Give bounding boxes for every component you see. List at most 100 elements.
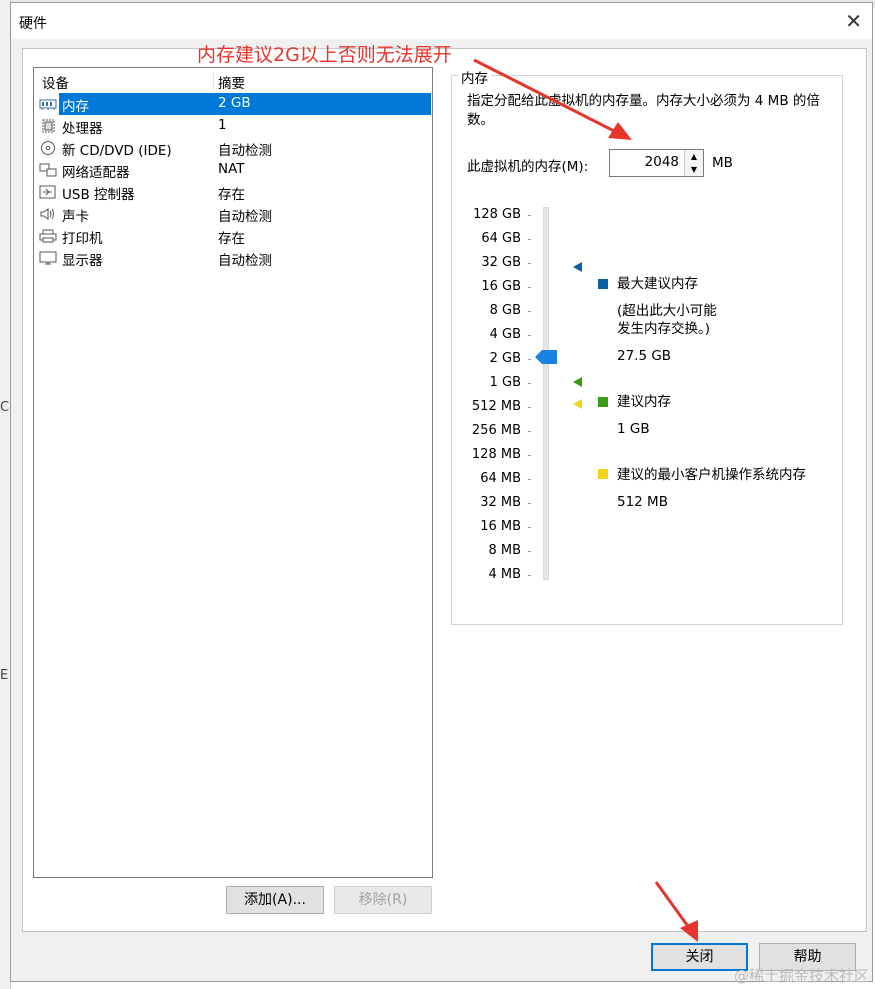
device-row-memory[interactable]: 内存 2 GB (37, 93, 431, 115)
dialog-title: 硬件 (19, 16, 47, 32)
scale-tick (528, 407, 531, 408)
processor-icon (42, 119, 55, 133)
scale-tick (528, 575, 531, 576)
memory-unit-label: MB (712, 155, 733, 171)
printer-icon (39, 229, 57, 243)
column-divider[interactable] (213, 72, 214, 90)
watermark: @稀土掘金技术社区 (733, 967, 869, 985)
scale-tick (528, 551, 531, 552)
device-summary: 自动检测 (218, 209, 272, 225)
device-row-printer[interactable]: 打印机 存在 (37, 225, 431, 247)
device-row-display[interactable]: 显示器 自动检测 (37, 247, 431, 269)
recommended-marker-icon (573, 377, 582, 387)
device-summary: 1 (218, 117, 227, 133)
max-recommended-label: 最大建议内存 (617, 276, 698, 292)
scale-tick (528, 455, 531, 456)
device-row-network-adapter[interactable]: 网络适配器 NAT (37, 159, 431, 181)
memory-slider-thumb[interactable] (535, 350, 557, 364)
scale-label: 128 MB (471, 447, 521, 462)
scale-tick (528, 527, 531, 528)
scale-tick (528, 311, 531, 312)
device-name: 显示器 (62, 253, 103, 269)
device-name: 网络适配器 (62, 165, 130, 181)
device-name: 处理器 (62, 121, 103, 137)
scale-label: 8 GB (489, 303, 521, 318)
column-header-device[interactable]: 设备 (42, 72, 69, 92)
device-summary: 2 GB (218, 95, 251, 111)
memory-spinbox[interactable]: 2048 ▲ ▼ (609, 149, 704, 177)
min-guest-swatch (598, 469, 608, 479)
device-summary: NAT (218, 161, 245, 177)
scale-label: 2 GB (489, 351, 521, 366)
device-summary: 自动检测 (218, 143, 272, 159)
recommended-swatch (598, 397, 608, 407)
memory-slider-track[interactable] (543, 207, 549, 580)
add-device-button[interactable]: 添加(A)... (226, 886, 324, 914)
spin-down-icon[interactable]: ▼ (685, 163, 703, 176)
scale-label: 256 MB (471, 423, 521, 438)
scale-tick (528, 335, 531, 336)
memory-value[interactable]: 2048 (645, 154, 679, 170)
scale-tick (528, 215, 531, 216)
network-adapter-icon (39, 163, 57, 177)
device-row-cd-dvd[interactable]: 新 CD/DVD (IDE) 自动检测 (37, 137, 431, 159)
device-row-sound-card[interactable]: 声卡 自动检测 (37, 203, 431, 225)
scale-label: 4 GB (489, 327, 521, 342)
cd-dvd-icon (41, 141, 55, 155)
scale-tick (528, 239, 531, 240)
max-recommended-note-line2: 发生内存交换。) (617, 321, 711, 337)
close-icon[interactable]: ✕ (845, 9, 862, 33)
scale-tick (528, 479, 531, 480)
device-name: 打印机 (62, 231, 103, 247)
scale-label: 4 MB (488, 567, 521, 582)
scale-tick (528, 383, 531, 384)
scale-label: 64 GB (481, 231, 521, 246)
scale-label: 8 MB (488, 543, 521, 558)
scale-label: 16 GB (481, 279, 521, 294)
scale-label: 128 GB (473, 207, 521, 222)
device-row-processor[interactable]: 处理器 1 (37, 115, 431, 137)
monitor-icon (39, 251, 57, 265)
device-summary: 存在 (218, 231, 245, 247)
min-guest-label: 建议的最小客户机操作系统内存 (617, 467, 806, 483)
scale-tick (528, 503, 531, 504)
max-recommended-value: 27.5 GB (617, 348, 672, 364)
device-name: 内存 (62, 99, 89, 115)
recommended-label: 建议内存 (617, 394, 671, 410)
scale-label: 64 MB (480, 471, 521, 486)
device-name: 新 CD/DVD (IDE) (62, 143, 172, 159)
memory-field-label: 此虚拟机的内存(M): (467, 159, 589, 175)
annotation-arrow-icon (654, 881, 698, 942)
usb-icon (39, 185, 56, 199)
annotation-arrow-icon (473, 58, 632, 140)
scale-tick (528, 263, 531, 264)
title-bar: 硬件 ✕ (11, 3, 872, 39)
device-name: USB 控制器 (62, 187, 135, 203)
list-header: 设备 摘要 (34, 72, 432, 92)
min-guest-value: 512 MB (617, 494, 668, 510)
min-guest-marker-icon (573, 399, 582, 409)
scale-label: 32 MB (480, 495, 521, 510)
max-recommended-marker-icon (573, 262, 582, 272)
max-recommended-swatch (598, 279, 608, 289)
max-recommended-note-line1: (超出此大小可能 (617, 303, 717, 319)
recommended-value: 1 GB (617, 421, 650, 437)
annotation-text: 内存建议2G以上否则无法展开 (197, 44, 452, 66)
scale-tick (528, 359, 531, 360)
scale-label: 16 MB (480, 519, 521, 534)
background-text-fragment: E (0, 668, 9, 683)
scale-tick (528, 431, 531, 432)
spin-buttons: ▲ ▼ (684, 150, 703, 176)
memory-icon (39, 99, 57, 110)
speaker-icon (40, 208, 54, 220)
scale-label: 1 GB (489, 375, 521, 390)
device-list[interactable]: 设备 摘要 内存 2 GB 处理器 1 新 CD/DVD (IDE) 自动检测 … (33, 67, 433, 878)
remove-device-button[interactable]: 移除(R) (334, 886, 432, 914)
scale-label: 32 GB (481, 255, 521, 270)
device-summary: 存在 (218, 187, 245, 203)
device-summary: 自动检测 (218, 253, 272, 269)
device-name: 声卡 (62, 209, 89, 225)
column-header-summary[interactable]: 摘要 (218, 72, 245, 92)
spin-up-icon[interactable]: ▲ (685, 150, 703, 164)
device-row-usb[interactable]: USB 控制器 存在 (37, 181, 431, 203)
